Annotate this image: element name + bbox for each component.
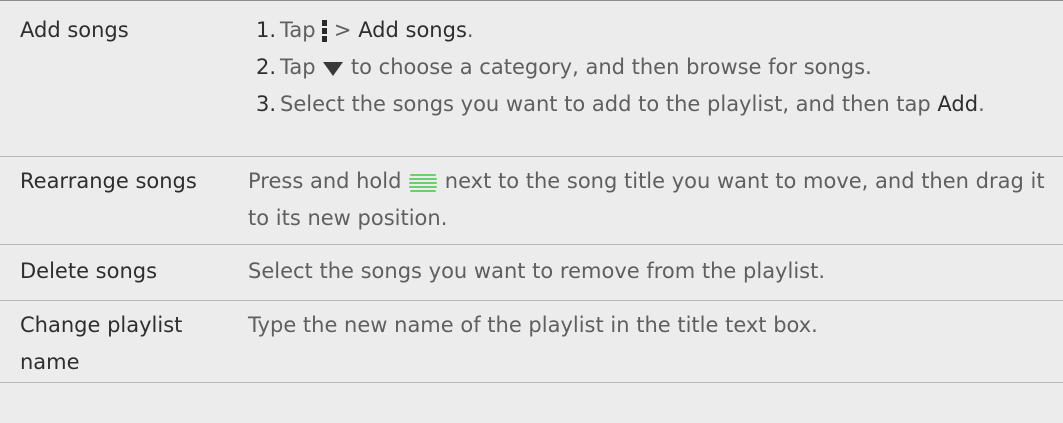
step-item: 1. Tap > Add songs. xyxy=(256,12,1063,49)
step-text-post: . xyxy=(466,18,474,42)
row-content: Press and hold next to the song title yo… xyxy=(248,163,1063,244)
row-content: Type the new name of the playlist in the… xyxy=(248,313,818,337)
step-text-pre: Select the songs you want to add to the … xyxy=(280,92,938,116)
step-text: Select the songs you want to add to the … xyxy=(280,86,1063,123)
step-emphasis: Add xyxy=(937,92,979,116)
triangle-down-icon xyxy=(323,62,344,76)
table-row-change-playlist-name: Change playlist name Type the new name o… xyxy=(0,300,1063,383)
row-content: 1. Tap > Add songs. 2. Tap to choose a c… xyxy=(248,12,1063,116)
step-text-pre: Tap xyxy=(280,18,323,42)
row-label: Add songs xyxy=(20,18,129,42)
step-number: 3. xyxy=(256,92,277,116)
step-text-post: to choose a category, and then browse fo… xyxy=(344,55,872,79)
step-text-mid: > xyxy=(327,18,359,42)
steps-list: 1. Tap > Add songs. 2. Tap to choose a c… xyxy=(256,12,1063,123)
step-emphasis: Add songs xyxy=(358,18,467,42)
table-row-add-songs: Add songs 1. Tap > Add songs. 2. Tap to … xyxy=(0,0,1063,116)
table-row-delete-songs: Delete songs Select the songs you want t… xyxy=(0,244,1063,300)
drag-handle-icon xyxy=(409,174,438,192)
row-text-pre: Press and hold xyxy=(248,169,409,193)
step-text-pre: Tap xyxy=(280,55,323,79)
step-number: 1. xyxy=(256,18,277,42)
row-label: Rearrange songs xyxy=(20,169,197,193)
table-row-rearrange-songs: Rearrange songs Press and hold next to t… xyxy=(0,156,1063,244)
step-number: 2. xyxy=(256,55,277,79)
step-text: Tap to choose a category, and then brows… xyxy=(280,49,1063,86)
row-label: Delete songs xyxy=(20,259,158,283)
step-text-post: . xyxy=(978,92,985,116)
step-item: 3. Select the songs you want to add to t… xyxy=(256,86,1063,123)
step-item: 2. Tap to choose a category, and then br… xyxy=(256,49,1063,86)
row-content: Select the songs you want to remove from… xyxy=(248,259,826,283)
row-label: Change playlist name xyxy=(20,313,183,374)
step-text: Tap > Add songs. xyxy=(280,12,1063,49)
instructions-table: Add songs 1. Tap > Add songs. 2. Tap to … xyxy=(0,0,1063,383)
